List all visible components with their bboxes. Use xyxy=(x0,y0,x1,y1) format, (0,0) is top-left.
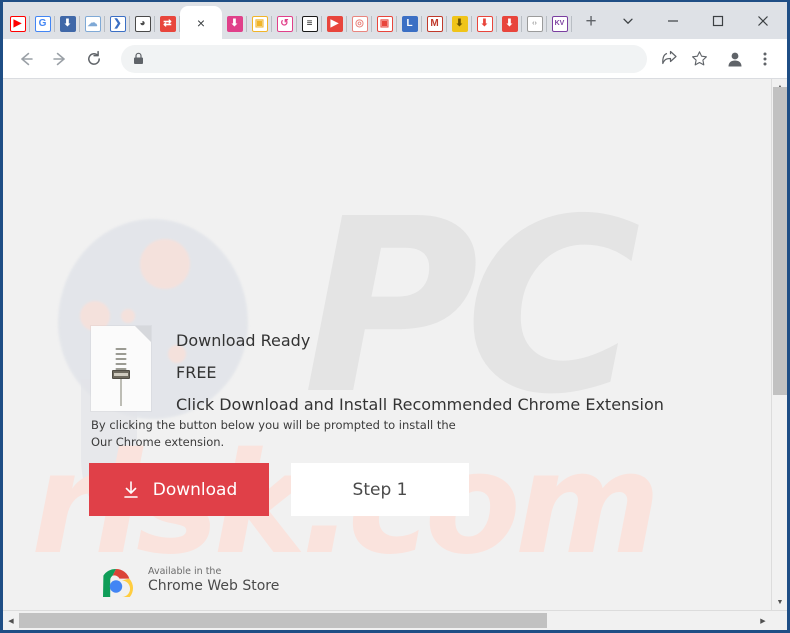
loop-favicon: ↺ xyxy=(276,15,293,32)
close-button[interactable] xyxy=(740,2,785,39)
kv-favicon: KV xyxy=(551,15,568,32)
page-fold-corner xyxy=(135,326,151,342)
pin-favicon: ◎ xyxy=(351,15,368,32)
tab-close-icon[interactable]: × xyxy=(197,16,205,30)
hero-line-instruction: Click Download and Install Recommended C… xyxy=(176,395,664,414)
red-play-favicon: ▶ xyxy=(326,15,343,32)
scrollbar-corner xyxy=(771,611,787,630)
minimize-button[interactable] xyxy=(650,2,695,39)
address-bar[interactable] xyxy=(121,44,647,73)
hero-text-block: Download Ready FREE Click Download and I… xyxy=(176,326,664,413)
video-box-favicon: ▣ xyxy=(376,15,393,32)
chrome-web-store-badge[interactable]: Available in the Chrome Web Store xyxy=(93,559,279,603)
bookmark-star-icon[interactable] xyxy=(685,45,713,73)
scroll-down-arrow[interactable]: ▼ xyxy=(772,594,787,610)
forward-button[interactable] xyxy=(45,44,75,74)
hero-section: Download Ready FREE Click Download and I… xyxy=(91,326,664,413)
tab-red-download-favicon[interactable]: ⬇ xyxy=(472,8,497,39)
youtube-favicon: ▶ xyxy=(9,15,26,32)
tab-ym-favicon[interactable]: M xyxy=(422,8,447,39)
tab-search-button[interactable] xyxy=(605,2,650,39)
new-tab-button[interactable]: + xyxy=(577,8,605,36)
code-favicon: ‹› xyxy=(526,15,543,32)
red-download-favicon: ⬇ xyxy=(476,15,493,32)
tab-download-pink-favicon[interactable]: ⬇ xyxy=(222,8,247,39)
tab-pink-download-favicon[interactable]: ⬇ xyxy=(497,8,522,39)
maximize-button[interactable] xyxy=(695,2,740,39)
tab-red-play-favicon[interactable]: ▶ xyxy=(322,8,347,39)
chrome-menu-icon[interactable] xyxy=(751,45,779,73)
button-row: Download Step 1 xyxy=(89,463,469,516)
tab-download-favicon[interactable]: ⬇ xyxy=(55,8,80,39)
hero-line-download-ready: Download Ready xyxy=(176,331,311,350)
cloud-download-favicon: ☁ xyxy=(84,15,101,32)
page-content: PC risk.com Download Ready FRE xyxy=(3,79,771,610)
converter-favicon: ⇄ xyxy=(159,15,176,32)
disclaimer-line-2: Our Chrome extension. xyxy=(91,434,225,449)
tab-loop-favicon[interactable]: ↺ xyxy=(272,8,297,39)
scroll-right-arrow[interactable]: ▶ xyxy=(755,611,771,631)
chrome-logo-icon xyxy=(93,559,139,603)
scroll-left-arrow[interactable]: ◀ xyxy=(3,611,19,631)
download-button-label: Download xyxy=(152,479,238,500)
step-button-label: Step 1 xyxy=(352,479,408,500)
tab-code-favicon[interactable]: ‹› xyxy=(522,8,547,39)
step-button[interactable]: Step 1 xyxy=(291,463,469,516)
tab-list: ▶G⬇☁❯◕⇄×⬇▣↺≡▶◎▣LM⬇⬇⬇‹›KV⬇⬇▐█☁ xyxy=(3,2,573,39)
tab-yellow-download-favicon[interactable]: ⬇ xyxy=(447,8,472,39)
disclaimer-line-1: By clicking the button below you will be… xyxy=(91,418,456,432)
download-pink-favicon: ⬇ xyxy=(226,15,243,32)
ym-favicon: M xyxy=(426,15,443,32)
page-viewport: PC risk.com Download Ready FRE xyxy=(3,79,787,610)
share-icon[interactable] xyxy=(655,45,683,73)
zipper-pull xyxy=(112,370,130,379)
reload-button[interactable] xyxy=(79,44,109,74)
profile-avatar-icon[interactable] xyxy=(721,45,749,73)
download-button[interactable]: Download xyxy=(89,463,269,516)
globe-favicon: ◕ xyxy=(134,15,151,32)
tab-globe-favicon[interactable]: ◕ xyxy=(130,8,155,39)
tab-chevron-favicon[interactable]: ❯ xyxy=(105,8,130,39)
google-favicon: G xyxy=(34,15,51,32)
tab-camera-favicon[interactable]: ▣ xyxy=(247,8,272,39)
tab-cloud-download-favicon[interactable]: ☁ xyxy=(80,8,105,39)
camera-favicon: ▣ xyxy=(251,15,268,32)
tab-strip: ▶G⬇☁❯◕⇄×⬇▣↺≡▶◎▣LM⬇⬇⬇‹›KV⬇⬇▐█☁ + xyxy=(3,2,787,39)
horizontal-scroll-track[interactable] xyxy=(19,611,755,630)
download-favicon: ⬇ xyxy=(59,15,76,32)
horizontal-scrollbar[interactable]: ◀ ▶ xyxy=(3,610,787,630)
browser-toolbar xyxy=(3,39,787,79)
zipper-tail xyxy=(120,379,122,406)
tab-bars-favicon[interactable]: ≡ xyxy=(297,8,322,39)
tab-pin-favicon[interactable]: ◎ xyxy=(347,8,372,39)
pink-download-favicon: ⬇ xyxy=(501,15,518,32)
back-button[interactable] xyxy=(11,44,41,74)
tab-video-box-favicon[interactable]: ▣ xyxy=(372,8,397,39)
zip-file-icon xyxy=(91,326,151,411)
vertical-scrollbar[interactable]: ▲ ▼ xyxy=(771,79,787,610)
tab-youtube-favicon[interactable]: ▶ xyxy=(5,8,30,39)
tab-converter-favicon[interactable]: ⇄ xyxy=(155,8,180,39)
window-controls xyxy=(605,2,787,39)
lock-icon xyxy=(133,52,144,65)
tab-active-tab[interactable]: × xyxy=(180,6,222,39)
tab-circle-download-favicon[interactable]: ⬇ xyxy=(572,8,573,39)
tab-l-favicon[interactable]: L xyxy=(397,8,422,39)
promo-content: Download Ready FREE Click Download and I… xyxy=(3,79,771,610)
tab-google-favicon[interactable]: G xyxy=(30,8,55,39)
download-arrow-icon xyxy=(121,480,141,500)
tab-kv-favicon[interactable]: KV xyxy=(547,8,572,39)
chevron-favicon: ❯ xyxy=(109,15,126,32)
l-favicon: L xyxy=(401,15,418,32)
vertical-scroll-thumb[interactable] xyxy=(773,87,787,395)
disclaimer-text: By clicking the button below you will be… xyxy=(91,417,456,450)
chrome-web-store-text: Available in the Chrome Web Store xyxy=(148,565,280,596)
horizontal-scroll-thumb[interactable] xyxy=(19,613,547,628)
cws-store-label: Chrome Web Store xyxy=(148,577,280,594)
browser-window: ▶G⬇☁❯◕⇄×⬇▣↺≡▶◎▣LM⬇⬇⬇‹›KV⬇⬇▐█☁ + xyxy=(0,0,790,633)
bars-favicon: ≡ xyxy=(301,15,318,32)
hero-line-free: FREE xyxy=(176,363,217,382)
cws-available-label: Available in the xyxy=(148,565,222,577)
yellow-download-favicon: ⬇ xyxy=(451,15,468,32)
